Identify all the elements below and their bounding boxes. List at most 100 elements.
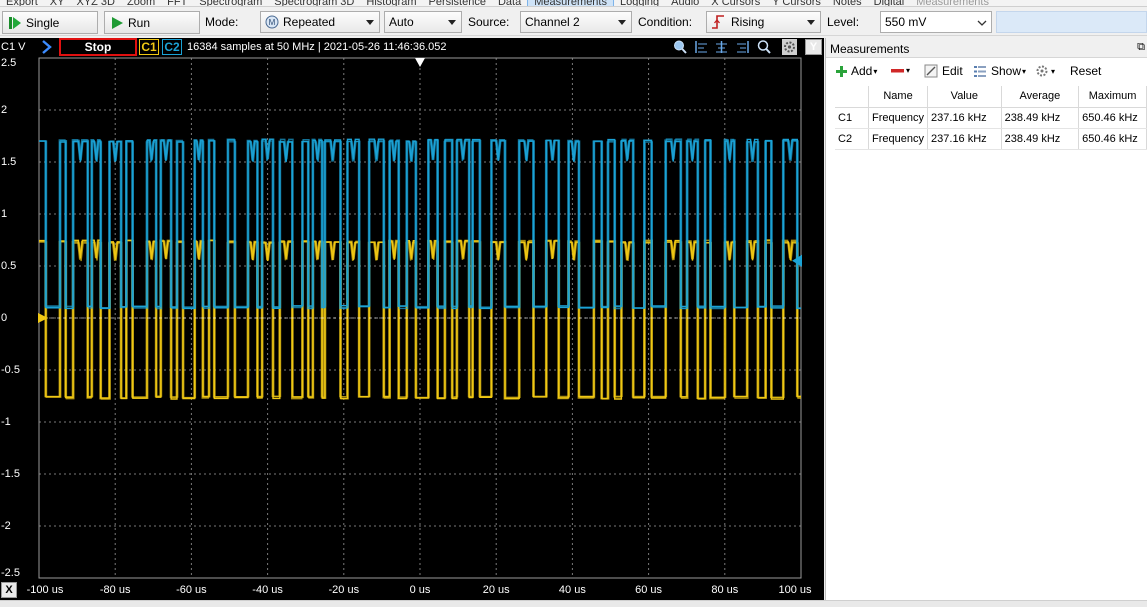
x-tick-label: 20 us	[482, 584, 510, 596]
single-button[interactable]: Single	[2, 11, 98, 34]
mode-select[interactable]: M Repeated	[260, 11, 380, 33]
column-header[interactable]: Name	[868, 86, 929, 108]
chevron-right-icon[interactable]	[41, 40, 53, 54]
align-right-icon[interactable]	[735, 39, 750, 55]
edit-measurement-button[interactable]: Edit	[924, 64, 963, 78]
menu-item[interactable]: FFT	[161, 0, 193, 6]
menu-item[interactable]: Persistence	[423, 0, 492, 6]
menu-item[interactable]: Measurements	[527, 0, 614, 6]
trigger-type-select[interactable]: Auto	[384, 11, 462, 33]
single-icon	[9, 16, 21, 29]
menu-item[interactable]: Logging	[614, 0, 665, 6]
measurements-table: Name Value Average Maximum C1 Frequency 237.1…	[835, 86, 1147, 150]
dock-icon[interactable]: ⧉	[1137, 41, 1145, 54]
x-axis-bar: X -100 us -80 us -60 us -40 us -20 us 0 us 20 …	[0, 581, 824, 600]
waveforms-window: Export XY XYZ 3D Zoom FFT Spectrogram Spectrog…	[0, 0, 1147, 607]
channel-1-toggle[interactable]: C1	[139, 39, 159, 55]
acquisition-status[interactable]: Stop	[59, 38, 137, 56]
show-measurement-button[interactable]: Show ▾	[973, 64, 1026, 78]
x-tick-label: 60 us	[635, 584, 663, 596]
menu-item[interactable]: Data	[492, 0, 527, 6]
menu-item[interactable]: Measurements	[910, 0, 995, 6]
measurements-header: Measurements ⧉	[826, 38, 1147, 58]
trigger-position-marker	[415, 58, 425, 67]
menu-item[interactable]: Notes	[827, 0, 868, 6]
x-tick-label: 0 us	[409, 584, 431, 596]
run-button[interactable]: Run	[104, 11, 200, 34]
menu-item[interactable]: Spectrogram 3D	[268, 0, 360, 6]
column-header[interactable]: Maximum	[1078, 86, 1147, 108]
align-left-icon[interactable]	[694, 39, 709, 55]
menu-item[interactable]: Spectrogram	[193, 0, 268, 6]
menu-item[interactable]: XY	[44, 0, 71, 6]
settings-button[interactable]: ▾	[1035, 64, 1055, 78]
table-row[interactable]: C2 Frequency 237.16 kHz 238.49 kHz 650.46 kH…	[835, 128, 1147, 150]
cell-value: 237.16 kHz	[927, 128, 1002, 150]
y-tick-label: 1	[1, 208, 8, 220]
remove-measurement-button[interactable]: ▾	[890, 64, 910, 77]
cell-maximum: 650.46 kHz	[1078, 107, 1147, 129]
magnifier-icon[interactable]	[757, 39, 772, 55]
add-measurement-button[interactable]: Add ▾	[835, 64, 877, 78]
y-tick-label: -2	[1, 520, 11, 532]
x-axis-button[interactable]: X	[1, 582, 17, 598]
y-tick-label: -1.5	[1, 468, 20, 480]
status-bar	[0, 600, 1147, 607]
condition-select[interactable]: Rising	[706, 11, 821, 33]
chevron-down-icon	[366, 20, 374, 25]
level-input[interactable]: 550 mV	[880, 11, 992, 33]
measurements-title: Measurements	[830, 42, 910, 56]
x-tick-label: -60 us	[176, 584, 207, 596]
y-tick-label: 2.5	[1, 57, 17, 69]
menu-item[interactable]: Export	[0, 0, 44, 6]
source-value: Channel 2	[525, 15, 580, 29]
y-tick-label: 0.5	[1, 260, 17, 272]
x-tick-label: -40 us	[252, 584, 283, 596]
menu-item[interactable]: X Cursors	[705, 0, 766, 6]
gear-icon	[1036, 65, 1048, 77]
plus-icon	[836, 65, 847, 77]
reset-button[interactable]: Reset	[1070, 64, 1101, 78]
x-tick-label: 80 us	[711, 584, 739, 596]
scope-plot: 2.5 2 1.5 1 0.5 0 -0.5 -1 -1.5 -2 -2.5	[0, 56, 824, 581]
svg-text:M: M	[269, 18, 276, 27]
column-header[interactable]: Average	[1001, 86, 1080, 108]
chevron-down-icon	[807, 20, 815, 25]
column-header[interactable]: Value	[927, 86, 1002, 108]
run-icon	[112, 16, 123, 29]
cell-value: 237.16 kHz	[927, 107, 1002, 129]
view-menu-bar: Export XY XYZ 3D Zoom FFT Spectrogram Spectrog…	[0, 0, 1147, 7]
menu-item[interactable]: Zoom	[121, 0, 161, 6]
table-body: C1 Frequency 237.16 kHz 238.49 kHz 650.46 kH…	[835, 107, 1147, 150]
table-row[interactable]: C1 Frequency 237.16 kHz 238.49 kHz 650.46 kH…	[835, 107, 1147, 129]
column-header[interactable]	[835, 86, 870, 108]
menu-item[interactable]: Digital	[868, 0, 911, 6]
x-tick-label: -20 us	[328, 584, 360, 596]
mode-value: Repeated	[283, 15, 336, 29]
cell-average: 238.49 kHz	[1001, 107, 1080, 129]
menu-item[interactable]: Audio	[665, 0, 705, 6]
mode-icon: M	[265, 15, 279, 29]
samples-info: 16384 samples at 50 MHz | 2021-05-26 11:…	[187, 41, 447, 53]
zoom-icon[interactable]	[673, 39, 688, 55]
cell-ch: C2	[835, 128, 870, 150]
y-axis-button[interactable]: Y	[805, 39, 822, 55]
gear-icon[interactable]	[782, 39, 797, 55]
table-header-row: Name Value Average Maximum	[835, 86, 1147, 108]
y-tick-label: 0	[1, 312, 8, 324]
align-center-icon[interactable]	[714, 39, 729, 55]
waveform-plot	[38, 57, 802, 579]
source-select[interactable]: Channel 2	[520, 11, 632, 33]
channel-2-toggle[interactable]: C2	[162, 39, 182, 55]
menu-item[interactable]: XYZ 3D	[70, 0, 121, 6]
run-label: Run	[128, 15, 151, 30]
minus-icon	[891, 69, 904, 73]
chevron-down-icon	[977, 20, 987, 26]
level-value: 550 mV	[885, 15, 927, 29]
source-label: Source:	[468, 15, 510, 29]
x-tick-label: 40 us	[558, 584, 586, 596]
y-tick-label: 2	[1, 104, 8, 116]
menu-item[interactable]: Y Cursors	[766, 0, 827, 6]
chevron-down-icon	[618, 20, 626, 25]
menu-item[interactable]: Histogram	[360, 0, 422, 6]
